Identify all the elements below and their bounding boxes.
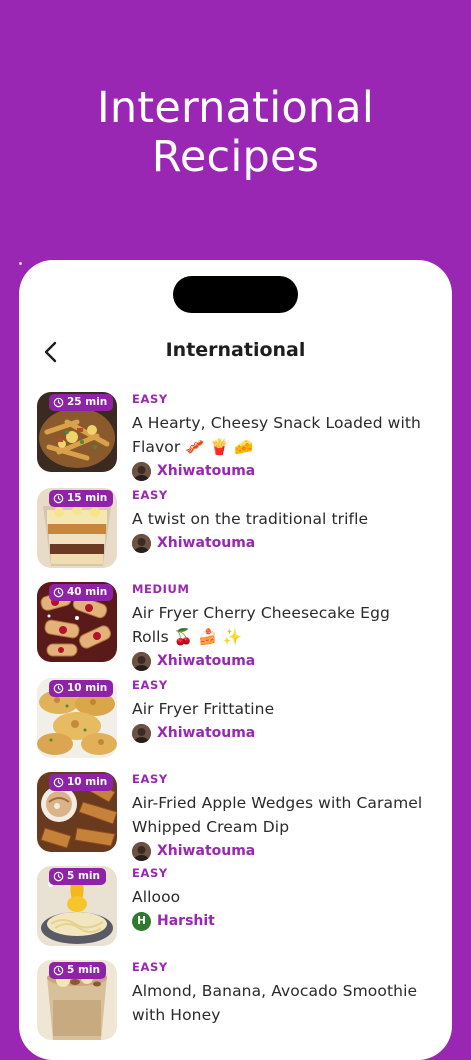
cook-time: 15 min (67, 492, 108, 504)
recipe-author[interactable]: H Harshit (132, 911, 437, 931)
clock-icon (53, 493, 64, 504)
author-name: Xhiwatouma (157, 535, 256, 551)
cook-time-badge: 25 min (49, 394, 114, 411)
recipe-author[interactable]: Xhiwatouma (132, 533, 437, 553)
recipe-title: Air Fryer Cherry Cheesecake Egg Rolls 🍒 … (132, 601, 437, 649)
avatar (132, 651, 151, 671)
recipe-info: EASY Almond, Banana, Avocado Smoothie wi… (132, 960, 437, 1027)
avatar (132, 841, 151, 861)
page-title: International (165, 339, 306, 361)
avatar (132, 533, 151, 553)
recipe-author[interactable]: Xhiwatouma (132, 651, 437, 671)
cook-time: 5 min (67, 870, 100, 882)
hero-line-1: International (96, 83, 375, 133)
recipe-info: EASY Air-Fried Apple Wedges with Caramel… (132, 772, 437, 861)
navigation-bar: International (19, 334, 452, 370)
cook-time-badge: 5 min (49, 962, 106, 979)
clock-icon (53, 587, 64, 598)
author-name: Xhiwatouma (157, 843, 256, 859)
cook-time-badge: 40 min (49, 584, 114, 601)
recipe-title-line: Almond, Banana, Avocado Smoothie (132, 982, 418, 1000)
cook-time-badge: 10 min (49, 680, 114, 697)
recipe-title: A twist on the traditional trifle (132, 507, 437, 531)
hero-heading: International Recipes (0, 84, 471, 182)
cook-time-badge: 15 min (49, 490, 114, 507)
recipe-author[interactable]: Xhiwatouma (132, 723, 437, 743)
avatar (132, 461, 151, 481)
recipe-title-line: A twist on the traditional trifle (132, 510, 369, 528)
difficulty-label: EASY (132, 392, 168, 406)
difficulty-label: EASY (132, 866, 168, 880)
recipe-author[interactable]: Xhiwatouma (132, 841, 437, 861)
difficulty-label: EASY (132, 678, 168, 692)
author-name: Xhiwatouma (157, 463, 256, 479)
author-name: Xhiwatouma (157, 653, 256, 669)
cook-time: 10 min (67, 682, 108, 694)
recipe-info: EASY Air Fryer Frittatine Xhiwatouma (132, 678, 437, 743)
recipe-title-line: with Honey (132, 1006, 221, 1024)
author-name: Harshit (157, 913, 215, 929)
clock-icon (53, 397, 64, 408)
decorative-dot (19, 262, 22, 265)
cook-time: 10 min (67, 776, 108, 788)
recipe-title: Almond, Banana, Avocado Smoothie with Ho… (132, 979, 437, 1027)
difficulty-label: EASY (132, 960, 168, 974)
clock-icon (53, 965, 64, 976)
cook-time: 25 min (67, 396, 108, 408)
clock-icon (53, 777, 64, 788)
avatar: H (132, 911, 151, 931)
recipe-title-line: Allooo (132, 888, 181, 906)
recipe-title: A Hearty, Cheesy Snack Loaded with Flavo… (132, 411, 437, 459)
recipe-info: MEDIUM Air Fryer Cherry Cheesecake Egg R… (132, 582, 437, 671)
avatar (132, 723, 151, 743)
recipe-author[interactable]: Xhiwatouma (132, 461, 437, 481)
difficulty-label: MEDIUM (132, 582, 190, 596)
recipe-title: Allooo (132, 885, 437, 909)
recipe-title-line: Rolls 🍒 🍰 ✨ (132, 628, 243, 646)
recipe-info: EASY A twist on the traditional trifle X… (132, 488, 437, 553)
clock-icon (53, 871, 64, 882)
cook-time-badge: 10 min (49, 774, 114, 791)
recipe-title-line: A Hearty, Cheesy Snack Loaded with (132, 414, 421, 432)
recipe-info: EASY Allooo H Harshit (132, 866, 437, 931)
recipe-title-line: Air-Fried Apple Wedges with Caramel (132, 794, 423, 812)
difficulty-label: EASY (132, 488, 168, 502)
recipe-info: EASY A Hearty, Cheesy Snack Loaded with … (132, 392, 437, 481)
recipe-title-line: Air Fryer Frittatine (132, 700, 275, 718)
difficulty-label: EASY (132, 772, 168, 786)
cook-time: 40 min (67, 586, 108, 598)
hero-line-2: Recipes (151, 132, 320, 182)
recipe-title: Air Fryer Frittatine (132, 697, 437, 721)
cook-time-badge: 5 min (49, 868, 106, 885)
author-name: Xhiwatouma (157, 725, 256, 741)
clock-icon (53, 683, 64, 694)
phone-frame: International 25 min EASY A Hearty, Chee… (19, 260, 452, 1060)
cook-time: 5 min (67, 964, 100, 976)
recipe-title-line: Air Fryer Cherry Cheesecake Egg (132, 604, 390, 622)
recipe-title-line: Flavor 🥓 🍟 🧀 (132, 438, 254, 456)
dynamic-island (173, 276, 298, 313)
recipe-title: Air-Fried Apple Wedges with Caramel Whip… (132, 791, 437, 839)
recipe-title-line: Whipped Cream Dip (132, 818, 290, 836)
